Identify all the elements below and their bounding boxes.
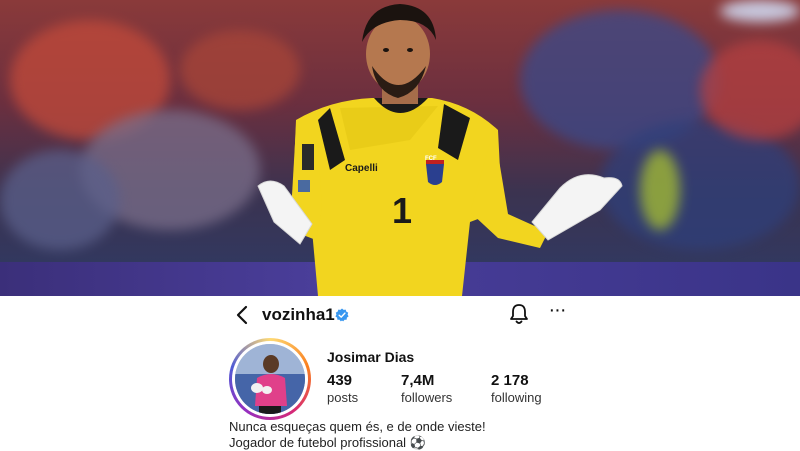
avatar[interactable]	[229, 338, 311, 420]
following-stat[interactable]: 2 178 following	[491, 372, 542, 406]
profile-header: vozinha1 ··· Josimar Dias 439 posts 7,4M…	[0, 296, 800, 450]
followers-stat[interactable]: 7,4M followers	[401, 372, 452, 406]
avatar-figure	[235, 344, 305, 414]
jersey-sponsor: Capelli	[345, 163, 378, 174]
more-options-icon[interactable]: ···	[546, 300, 568, 326]
profile-top-bar: vozinha1 ···	[228, 300, 588, 328]
avatar-photo	[235, 344, 305, 414]
goalkeeper-figure	[257, 4, 623, 296]
followers-count: 7,4M	[401, 372, 435, 389]
avatar-border	[232, 341, 308, 417]
posts-count: 439	[327, 372, 353, 389]
verified-badge-icon	[335, 308, 349, 322]
jersey-crest-text: FCF	[425, 156, 437, 162]
following-label: following	[491, 390, 542, 405]
following-count: 2 178	[491, 372, 529, 389]
header-photo: Capelli FCF 1	[0, 0, 800, 296]
posts-stat[interactable]: 439 posts	[327, 372, 358, 406]
jersey-number: 1	[392, 190, 413, 231]
bio-line-2: Jogador de futebol profissional ⚽	[229, 435, 426, 450]
display-name: Josimar Dias	[327, 349, 415, 365]
bio: Nunca esqueças quem és, e de onde vieste…	[229, 419, 486, 451]
username: vozinha1	[262, 305, 335, 324]
back-chevron-icon[interactable]	[232, 304, 254, 326]
posts-label: posts	[327, 390, 359, 405]
notification-bell-icon[interactable]	[508, 302, 530, 326]
followers-label: followers	[401, 390, 453, 405]
bio-line-1: Nunca esqueças quem és, e de onde vieste…	[229, 419, 486, 434]
